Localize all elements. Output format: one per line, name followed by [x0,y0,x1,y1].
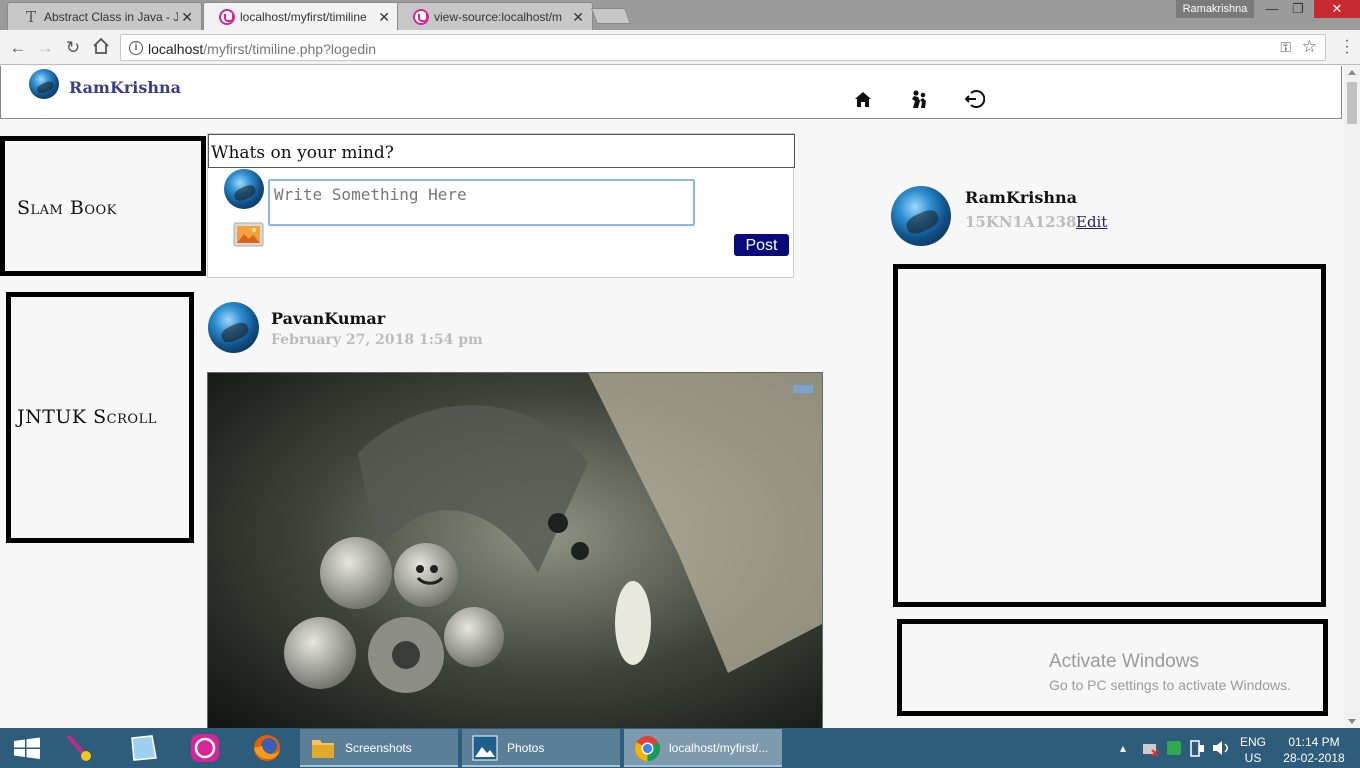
page-viewport: RamKrishna Slam Book JNTUK Scroll Whats … [0,66,1344,728]
activate-windows-watermark: Activate Windows Go to PC settings to ac… [1049,651,1291,693]
browser-tab[interactable]: T Abstract Class in Java - Ja ✕ [7,2,202,30]
friends-icon[interactable] [908,88,930,110]
slam-book-box[interactable]: Slam Book [0,136,206,276]
right-panel-box [893,264,1326,607]
new-tab-button[interactable] [591,8,631,24]
back-icon[interactable]: ← [7,37,29,59]
profile-name[interactable]: Ramakrishna [1176,0,1254,18]
profile-name[interactable]: RamKrishna [965,188,1077,207]
photos-icon [472,735,498,761]
restore-icon[interactable]: ❐ [1284,0,1312,18]
taskbar-item-label: Screenshots [345,741,412,755]
wamp-icon[interactable] [184,732,226,764]
scroll-down-icon[interactable] [1348,719,1356,724]
browser-toolbar: ← → ↻ i localhost/myfirst/timiline.php?l… [0,30,1360,65]
language-code: ENG [1239,735,1266,749]
taskbar-item-photos[interactable]: Photos [462,729,620,767]
shield-icon[interactable] [1164,728,1184,768]
avatar[interactable] [208,302,259,353]
tray-expand-icon[interactable]: ▴ [1116,728,1130,768]
notepad-icon[interactable] [122,732,164,764]
tab-title: view-source:localhost/m [434,10,563,24]
browser-tab[interactable]: view-source:localhost/m ✕ [397,2,593,30]
brand-name[interactable]: RamKrishna [69,78,181,97]
paint-brush-icon[interactable] [60,732,102,764]
composer-prompt: Whats on your mind? [208,134,795,168]
post-composer: Whats on your mind? Post [207,133,795,278]
clock-date: 28-02-2018 [1283,751,1345,765]
jntuk-scroll-box[interactable]: JNTUK Scroll [6,292,194,543]
avatar[interactable] [224,169,264,209]
bookmark-star-icon[interactable]: ☆ [1302,37,1317,57]
windows-start-icon[interactable] [6,732,48,764]
post-button[interactable]: Post [734,234,789,256]
menu-icon[interactable]: · · · [1344,33,1350,61]
image-upload-icon[interactable] [233,222,264,247]
home-icon[interactable] [852,88,874,110]
profile-id: 15KN1A1238 [965,213,1077,231]
chrome-icon [635,736,660,761]
post-author[interactable]: PavanKumar [271,309,385,328]
tab-title: localhost/myfirst/timiline [240,10,367,24]
folder-icon [312,740,334,758]
taskbar-item-label: localhost/myfirst/... [669,741,769,755]
network-icon[interactable] [1140,728,1160,768]
taskbar-item-chrome[interactable]: localhost/myfirst/... [624,729,782,767]
forward-icon[interactable]: → [34,37,56,59]
page-scrollbar[interactable] [1344,66,1360,728]
minimize-icon[interactable]: — [1258,0,1286,18]
logout-icon[interactable] [963,88,985,110]
tab-title: Abstract Class in Java - Ja [44,10,178,24]
clock-time: 01:14 PM [1288,735,1340,749]
key-icon[interactable]: ⚿ [1280,39,1291,56]
home-button-icon[interactable] [90,37,112,59]
region-code: US [1244,751,1262,765]
post-timestamp: February 27, 2018 1:54 pm [271,332,483,348]
language-indicator[interactable]: ENG US [1236,728,1270,768]
watermark-subtitle: Go to PC settings to activate Windows. [1049,677,1291,693]
windows-taskbar: Screenshots Photos localhost/myfirst/...… [0,728,1360,768]
firefox-icon[interactable] [246,732,288,764]
volume-icon[interactable] [1210,728,1232,768]
browser-tab-active[interactable]: localhost/myfirst/timiline ✕ [203,2,399,31]
window-close-icon[interactable]: ✕ [1314,0,1360,18]
taskbar-item-screenshots[interactable]: Screenshots [300,729,458,767]
scroll-up-icon[interactable] [1348,70,1356,75]
text-t-icon: T [25,8,36,26]
post-textarea[interactable] [268,179,695,226]
url-text: localhost/myfirst/timiline.php?logedin [148,41,377,57]
close-icon[interactable]: ✕ [378,9,390,26]
post-image[interactable] [207,372,823,728]
edit-profile-link[interactable]: Edit [1076,213,1107,231]
info-icon[interactable]: i [129,41,143,55]
address-bar[interactable]: i localhost/myfirst/timiline.php?logedin… [120,34,1326,61]
battery-icon[interactable] [1187,728,1207,768]
site-header: RamKrishna [0,66,1342,119]
watermark-title: Activate Windows [1049,651,1199,672]
taskbar-item-label: Photos [507,741,545,755]
clock[interactable]: 01:14 PM 28-02-2018 [1278,728,1350,768]
slam-book-label: Slam Book [17,197,117,219]
wamp-icon [413,9,429,25]
reload-icon[interactable]: ↻ [62,37,84,59]
close-icon[interactable]: ✕ [572,9,584,26]
jntuk-scroll-label: JNTUK Scroll [17,406,157,428]
scroll-thumb[interactable] [1347,82,1357,124]
avatar[interactable] [29,69,59,99]
browser-tabstrip: T Abstract Class in Java - Ja ✕ localhos… [0,0,1360,31]
avatar[interactable] [891,186,951,246]
wamp-icon [219,9,235,25]
close-icon[interactable]: ✕ [181,9,193,26]
